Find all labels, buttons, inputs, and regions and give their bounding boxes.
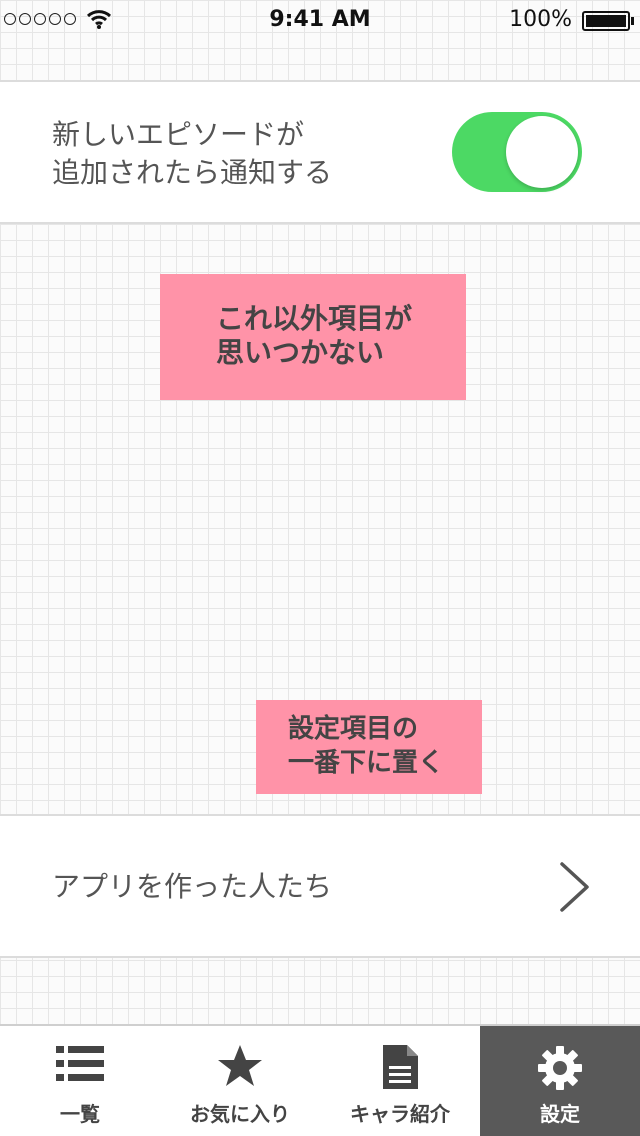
tab-bar: 一覧 お気に入り キャラ紹介 設定 (0, 1024, 640, 1136)
battery-percentage: 100% (509, 7, 572, 32)
status-bar: 9:41 AM 100% (0, 0, 640, 40)
notification-setting-label: 新しいエピソードが 追加されたら通知する (52, 118, 333, 189)
tab-label: 一覧 (60, 1102, 100, 1126)
battery-icon (582, 11, 634, 31)
notification-toggle[interactable] (452, 112, 582, 192)
tab-label: キャラ紹介 (350, 1102, 450, 1126)
gear-icon (480, 1044, 640, 1092)
about-developers-label: アプリを作った人たち (52, 870, 333, 903)
tab-label: 設定 (540, 1102, 580, 1126)
tab-list[interactable]: 一覧 (0, 1026, 160, 1136)
document-icon (320, 1044, 480, 1090)
notification-setting-row: 新しいエピソードが 追加されたら通知する (0, 80, 640, 224)
tab-settings[interactable]: 設定 (480, 1026, 640, 1136)
annotation-note-1: これ以外項目が 思いつかない (160, 274, 466, 400)
tab-characters[interactable]: キャラ紹介 (320, 1026, 480, 1136)
chevron-right-icon (558, 860, 592, 918)
about-developers-row[interactable]: アプリを作った人たち (0, 814, 640, 958)
tab-label: お気に入り (190, 1102, 290, 1126)
list-icon (0, 1044, 160, 1084)
tab-favorites[interactable]: お気に入り (160, 1026, 320, 1136)
star-icon (160, 1044, 320, 1088)
annotation-note-2: 設定項目の 一番下に置く (256, 700, 482, 794)
toggle-knob (506, 116, 578, 188)
